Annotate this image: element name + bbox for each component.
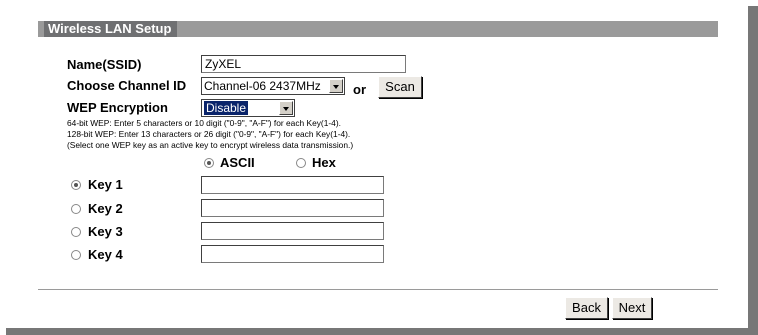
ascii-label: ASCII <box>220 155 255 170</box>
key4-input[interactable] <box>201 245 384 263</box>
wep-label: WEP Encryption <box>67 100 168 115</box>
hex-radio[interactable] <box>296 158 306 168</box>
wizard-panel: Wireless LAN Setup Name(SSID) ZyXEL Choo… <box>0 0 748 328</box>
key4-label: Key 4 <box>88 247 123 262</box>
key3-label: Key 3 <box>88 224 123 239</box>
chevron-down-icon[interactable] <box>329 79 343 93</box>
or-text: or <box>353 82 366 97</box>
wep-select-value: Disable <box>204 101 249 115</box>
wep-select[interactable]: Disable <box>201 99 295 117</box>
key4-radio[interactable] <box>71 250 81 260</box>
chevron-down-icon[interactable] <box>279 101 293 115</box>
key1-radio[interactable] <box>71 180 81 190</box>
ssid-label: Name(SSID) <box>67 57 142 72</box>
channel-select[interactable]: Channel-06 2437MHz <box>201 77 345 95</box>
ssid-input[interactable]: ZyXEL <box>201 55 406 73</box>
ascii-radio[interactable] <box>204 158 214 168</box>
footer-separator <box>38 289 718 291</box>
key2-input[interactable] <box>201 199 384 217</box>
scan-button[interactable]: Scan <box>378 76 422 98</box>
key1-input[interactable] <box>201 176 384 194</box>
wep-help-select: (Select one WEP key as an active key to … <box>67 140 354 150</box>
next-button[interactable]: Next <box>612 297 652 319</box>
key1-label: Key 1 <box>88 177 123 192</box>
wep-help-64: 64-bit WEP: Enter 5 characters or 10 dig… <box>67 118 341 128</box>
key2-radio[interactable] <box>71 204 81 214</box>
key2-label: Key 2 <box>88 201 123 216</box>
hex-label: Hex <box>312 155 336 170</box>
channel-label: Choose Channel ID <box>67 78 187 93</box>
key3-input[interactable] <box>201 222 384 240</box>
wep-help-128: 128-bit WEP: Enter 13 characters or 26 d… <box>67 129 351 139</box>
back-button[interactable]: Back <box>565 297 608 319</box>
channel-select-value: Channel-06 2437MHz <box>204 79 321 93</box>
key3-radio[interactable] <box>71 227 81 237</box>
section-title: Wireless LAN Setup <box>44 21 178 37</box>
